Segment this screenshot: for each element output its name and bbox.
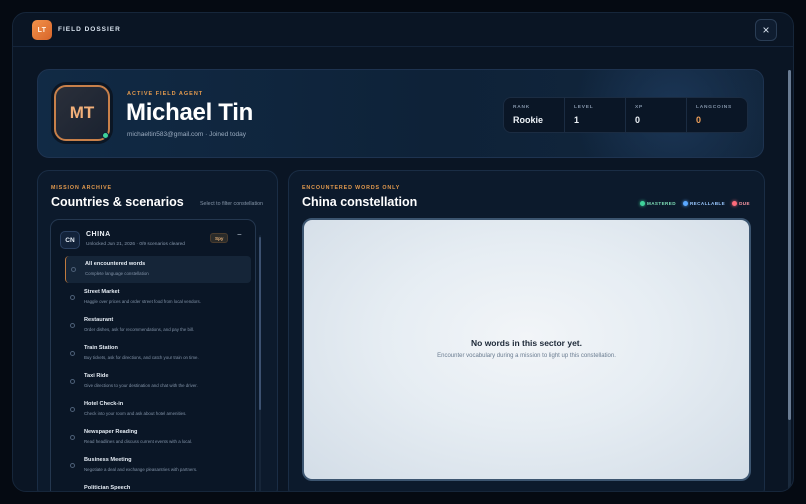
agent-label: ACTIVE FIELD AGENT [127,91,204,97]
legend-due: DUE [732,201,750,206]
agent-profile-card: MT ACTIVE FIELD AGENT Michael Tin michae… [37,69,764,158]
agent-name: Michael Tin [126,99,253,126]
country-card-china[interactable]: CN CHINA Unlocked Jun 21, 2026 · 0/9 sce… [50,219,256,492]
scenario-all-words[interactable]: All encountered words Complete language … [65,256,251,283]
stat-xp-value: 0 [635,115,641,125]
window-title: FIELD DOSSIER [58,26,121,33]
stats-bar: RANK Rookie LEVEL 1 XP 0 LANGCOINS 0 [503,97,748,133]
scenario-title: All encountered words [85,261,146,267]
radio-icon [70,463,75,468]
scenario-title: Street Market [84,289,120,295]
constellation-title: China constellation [302,195,418,209]
close-icon: × [762,23,770,37]
scenario-street-market[interactable]: Street Market Haggle over prices and ord… [65,284,251,311]
legend-recallable: RECALLABLE [682,201,726,206]
scenario-desc: Haggle over prices and order street food… [84,299,201,304]
legend: MASTERED RECALLABLE DUE [639,201,750,206]
country-code-badge: CN [60,231,80,249]
scenario-title: Politician Speech [84,485,131,491]
scenario-desc: Order dishes, ask for recommendations, a… [84,327,195,332]
radio-icon [70,351,75,356]
mastered-dot-icon [639,201,645,206]
agent-meta: michaeltin583@gmail.com · Joined today [127,131,246,138]
mission-archive-panel: MISSION ARCHIVE Countries & scenarios Se… [37,170,278,492]
stat-level-value: 1 [574,115,580,125]
stat-rank: RANK Rookie [504,98,564,132]
archive-kicker: MISSION ARCHIVE [51,185,112,191]
scenario-train-station[interactable]: Train Station Buy tickets, ask for direc… [65,340,251,367]
scenario-desc: Check into your room and ask about hotel… [84,411,187,416]
main-scrollbar-thumb[interactable] [788,70,791,420]
radio-icon [70,491,75,492]
radio-icon [70,295,75,300]
stat-level-label: LEVEL [574,105,594,110]
radio-icon [70,323,75,328]
constellation-canvas[interactable]: No words in this sector yet. Encounter v… [302,218,751,481]
dossier-window: LT FIELD DOSSIER × MT ACTIVE FIELD AGENT… [12,12,794,492]
legend-mastered: MASTERED [639,201,676,206]
title-bar: LT FIELD DOSSIER × [13,13,793,47]
scenario-politician-speech[interactable]: Politician Speech [65,480,251,492]
stat-langcoins: LANGCOINS 0 [686,98,747,132]
constellation-panel: ENCOUNTERED WORDS ONLY China constellati… [288,170,765,491]
collapse-icon[interactable]: − [237,230,242,239]
scenario-title: Train Station [84,345,118,351]
empty-state-title: No words in this sector yet. [471,338,582,348]
due-dot-icon [732,201,738,206]
stat-rank-label: RANK [513,105,531,110]
close-button[interactable]: × [755,19,777,41]
scenario-title: Newspaper Reading [84,429,138,435]
archive-hint: Select to filter constellation [199,201,263,207]
stat-rank-value: Rookie [513,115,544,125]
radio-icon [70,435,75,440]
scenario-restaurant[interactable]: Restaurant Order dishes, ask for recomme… [65,312,251,339]
stat-xp: XP 0 [625,98,686,132]
online-status-dot [102,132,109,139]
scenario-hotel-check-in[interactable]: Hotel Check-in Check into your room and … [65,396,251,423]
constellation-kicker: ENCOUNTERED WORDS ONLY [302,185,401,191]
scenario-desc: Give directions to your destination and … [84,383,198,388]
radio-icon [71,267,76,272]
recallable-dot-icon [682,201,688,206]
scenario-business-meeting[interactable]: Business Meeting Negotiate a deal and ex… [65,452,251,479]
scenario-desc: Buy tickets, ask for directions, and cat… [84,355,199,360]
empty-state-subtitle: Encounter vocabulary during a mission to… [437,353,616,359]
radio-icon [70,379,75,384]
scenario-title: Taxi Ride [84,373,109,379]
archive-scrollbar-thumb[interactable] [259,237,261,410]
scenario-title: Restaurant [84,317,114,323]
stat-langcoins-value: 0 [696,115,702,125]
radio-icon [70,407,75,412]
scenario-newspaper-reading[interactable]: Newspaper Reading Read headlines and dis… [65,424,251,451]
legend-label: DUE [739,201,750,206]
scenario-desc: Complete language constellation [85,271,149,276]
main-scrollbar[interactable] [788,70,791,491]
scenario-title: Business Meeting [84,457,132,463]
scenario-desc: Negotiate a deal and exchange pleasantri… [84,467,198,472]
app-logo: LT [32,20,52,40]
stat-langcoins-label: LANGCOINS [696,105,732,110]
country-progress: Unlocked Jun 21, 2026 · 0/9 scenarios cl… [86,242,185,247]
legend-label: MASTERED [646,201,676,206]
scenario-title: Hotel Check-in [84,401,124,407]
country-name: CHINA [86,231,111,238]
stat-xp-label: XP [635,105,643,110]
scenario-desc: Read headlines and discuss current event… [84,439,193,444]
legend-label: RECALLABLE [689,201,726,206]
spy-badge[interactable]: Spy [210,233,229,243]
scenario-taxi-ride[interactable]: Taxi Ride Give directions to your destin… [65,368,251,395]
stat-level: LEVEL 1 [564,98,625,132]
archive-title: Countries & scenarios [51,195,184,209]
